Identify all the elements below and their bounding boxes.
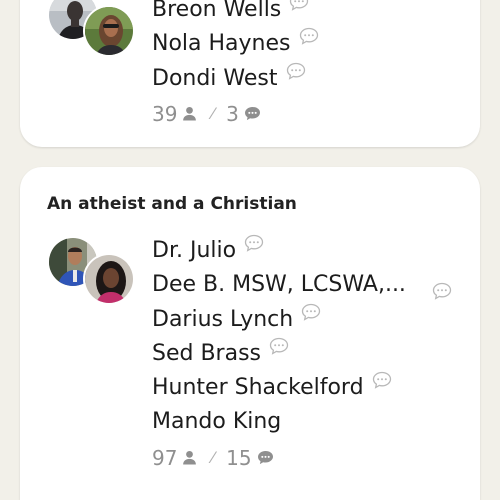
chat-icon	[244, 97, 261, 131]
stats-divider: ⁄	[211, 104, 215, 124]
speaker-name: Dee B. MSW, LCSWA,...	[152, 272, 406, 298]
speaker-avatar-dee	[83, 253, 135, 305]
speaker-count: 3	[226, 102, 239, 127]
speaker-name: Dr. Julio	[152, 238, 237, 263]
speech-bubble-icon	[244, 229, 264, 263]
person-icon	[182, 441, 197, 475]
speaker-list: Dr. Julio Dee B. MSW, LCSWA,... Darius L…	[152, 234, 406, 474]
room-stats: 39 ⁄ 3	[152, 96, 319, 130]
listener-count: 39	[152, 102, 178, 127]
speaker-name: Darius Lynch	[152, 306, 294, 332]
listener-count: 97	[152, 446, 178, 471]
speaker-item[interactable]: Hunter Shackelford	[152, 371, 406, 405]
speaker-name: Breon Wells	[152, 0, 282, 22]
room-card[interactable]: Breon Wells Nola Haynes Dondi West 39 ⁄ 3	[20, 0, 480, 147]
person-icon	[182, 97, 197, 131]
speaker-name: Dondi West	[152, 65, 278, 91]
speech-bubble-icon	[289, 0, 309, 22]
speaker-item[interactable]: Dr. Julio	[152, 234, 406, 268]
room-stats: 97 ⁄ 15	[152, 440, 406, 474]
speech-bubble-icon	[301, 298, 321, 332]
speech-bubble-icon	[269, 332, 289, 366]
room-title: An atheist and a Christian	[47, 194, 297, 214]
speaker-item[interactable]: Sed Brass	[152, 337, 406, 371]
speaker-item[interactable]: Dee B. MSW, LCSWA,...	[152, 268, 406, 302]
speaker-name: Mando King	[152, 409, 282, 435]
speaker-item[interactable]: Breon Wells	[152, 0, 319, 27]
speech-bubble-icon	[432, 277, 452, 311]
speech-bubble-icon	[286, 57, 306, 91]
speaker-name: Hunter Shackelford	[152, 375, 364, 401]
speaker-name: Nola Haynes	[152, 31, 291, 57]
speaker-item[interactable]: Mando King	[152, 405, 406, 439]
speaker-name: Sed Brass	[152, 340, 262, 366]
speech-bubble-icon	[372, 366, 392, 400]
speech-bubble-icon	[299, 22, 319, 56]
speaker-list: Breon Wells Nola Haynes Dondi West 39 ⁄ 3	[152, 0, 319, 130]
chat-icon	[257, 441, 274, 475]
speaker-item[interactable]: Dondi West	[152, 62, 319, 96]
stats-divider: ⁄	[211, 448, 215, 468]
room-card[interactable]: An atheist and a Christian Dr. Julio Dee…	[20, 167, 480, 500]
speaker-avatar-nola	[83, 5, 135, 57]
speaker-count: 15	[226, 446, 252, 471]
